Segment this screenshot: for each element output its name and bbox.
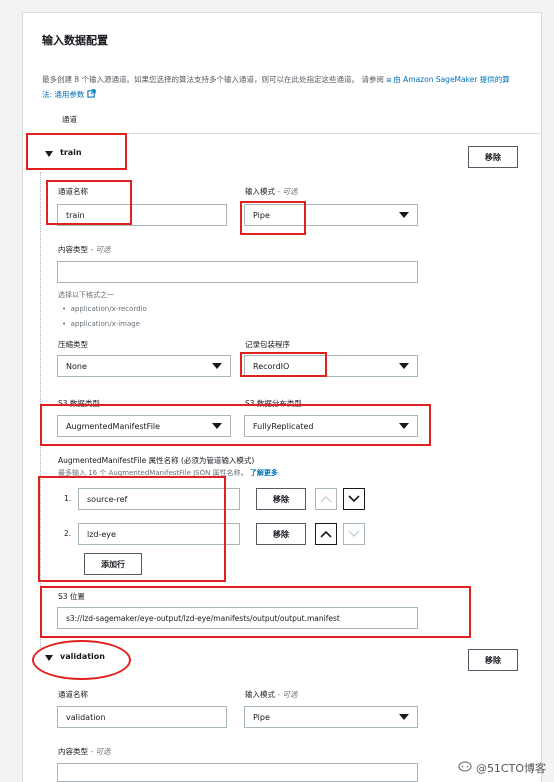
attr-index: 1.	[64, 494, 72, 503]
attr-names-label: AugmentedManifestFile 属性名称 (必须为管道输入模式)	[58, 456, 255, 465]
panel-title: 输入数据配置	[42, 34, 108, 47]
chevron-up-icon	[320, 530, 332, 538]
divider	[26, 133, 540, 134]
chevron-down-icon	[348, 530, 360, 537]
panel-description: 最多创建 8 个输入源通道。如果您选择的算法支持多个输入通道，则可以在此处指定这…	[42, 73, 512, 102]
divider	[40, 172, 41, 648]
chevron-up-icon	[320, 496, 332, 503]
attr-name-input[interactable]: lzd-eye	[78, 523, 240, 545]
s3-distribution-label: S3 数据分布类型	[245, 399, 302, 408]
move-down-button[interactable]	[343, 488, 365, 510]
add-row-button[interactable]: 添加行	[84, 553, 142, 575]
caret-down-icon[interactable]	[45, 655, 53, 661]
s3-data-type-label: S3 数据类型	[58, 399, 100, 408]
channels-header: 通道	[62, 115, 77, 124]
move-up-button[interactable]	[315, 488, 337, 510]
chevron-down-icon	[399, 363, 409, 369]
attr-names-hint: 最多输入 16 个 AugmentedManifestFile JSON 属性名…	[58, 469, 278, 477]
channel-name-input[interactable]: validation	[57, 706, 227, 728]
chevron-down-icon	[399, 714, 409, 720]
content-type-label: 内容类型 - 可选	[58, 245, 111, 254]
content-type-input[interactable]	[57, 261, 418, 283]
channel-name-input[interactable]: train	[57, 204, 227, 226]
move-up-button[interactable]	[315, 523, 337, 545]
move-down-button[interactable]	[343, 523, 365, 545]
chevron-down-icon	[399, 423, 409, 429]
description-text: 最多创建 8 个输入源通道。如果您选择的算法支持多个输入通道，则可以在此处指定这…	[42, 75, 384, 84]
content-type-option: • application/x-recordio	[62, 305, 147, 313]
channel-name-label: 通道名称	[58, 690, 88, 699]
chevron-down-icon	[399, 212, 409, 218]
content-type-hint: 选择以下格式之一	[58, 291, 114, 299]
compression-type-label: 压缩类型	[58, 340, 88, 349]
s3-distribution-select[interactable]: FullyReplicated	[244, 415, 418, 437]
external-link-icon	[87, 89, 96, 99]
channel-train-title[interactable]: train	[60, 148, 82, 157]
input-mode-select[interactable]: Pipe	[244, 706, 418, 728]
s3-location-label: S3 位置	[58, 592, 85, 601]
input-data-config-panel	[22, 12, 542, 782]
channel-validation-title[interactable]: validation	[60, 652, 105, 661]
remove-attr-button[interactable]: 移除	[256, 523, 306, 545]
s3-location-input[interactable]: s3://lzd-sagemaker/eye-output/lzd-eye/ma…	[57, 607, 418, 629]
input-mode-label: 输入模式 - 可选	[245, 187, 298, 196]
learn-more-link[interactable]: 了解更多	[250, 469, 278, 477]
input-mode-label: 输入模式 - 可选	[245, 690, 298, 699]
chevron-down-icon	[212, 363, 222, 369]
attr-index: 2.	[64, 529, 72, 538]
chat-bubble-icon	[458, 760, 472, 776]
compression-type-select[interactable]: None	[57, 355, 231, 377]
record-wrapper-label: 记录包装程序	[245, 340, 290, 349]
content-type-label: 内容类型 - 可选	[58, 747, 111, 756]
watermark-text: @51CTO博客	[475, 762, 546, 775]
record-wrapper-select[interactable]: RecordIO	[244, 355, 418, 377]
s3-data-type-select[interactable]: AugmentedManifestFile	[57, 415, 231, 437]
remove-train-channel-button[interactable]: 移除	[468, 146, 518, 168]
remove-attr-button[interactable]: 移除	[256, 488, 306, 510]
content-type-input[interactable]	[57, 763, 418, 782]
input-mode-select[interactable]: Pipe	[244, 204, 418, 226]
chevron-down-icon	[348, 495, 360, 503]
content-type-option: • application/x-image	[62, 320, 141, 328]
watermark: @51CTO博客	[458, 760, 546, 776]
channel-name-label: 通道名称	[58, 187, 88, 196]
attr-name-input[interactable]: source-ref	[78, 488, 240, 510]
chevron-down-icon	[212, 423, 222, 429]
caret-down-icon[interactable]	[45, 151, 53, 157]
remove-validation-channel-button[interactable]: 移除	[468, 649, 518, 671]
